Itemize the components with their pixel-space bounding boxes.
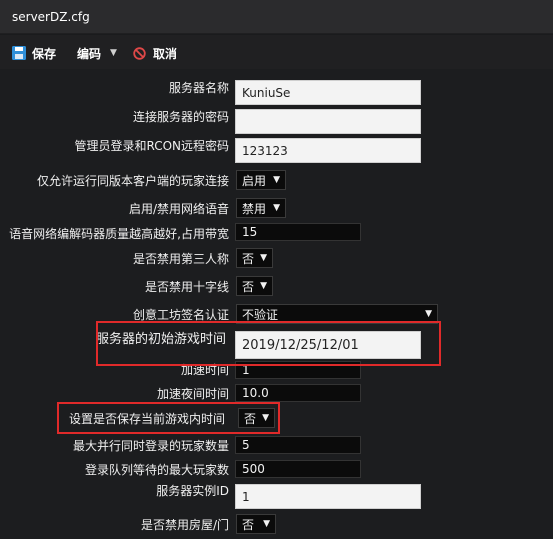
instance-id-input[interactable]: 1 (235, 484, 421, 509)
disable-base-select[interactable]: 否 ▼ (236, 514, 276, 534)
third-person-label: 是否禁用第三人称 (132, 252, 229, 266)
server-time-label: 服务器的初始游戏时间 (95, 332, 226, 347)
max-login-label: 最大并行同时登录的玩家数量 (72, 439, 229, 453)
instance-id-label: 服务器实例ID (156, 484, 229, 498)
triangle-down-icon: ▼ (273, 175, 280, 185)
crosshair-select[interactable]: 否 ▼ (236, 276, 273, 296)
disable-base-value: 否 (242, 517, 255, 532)
workshop-signature-select[interactable]: 不验证 ▼ (236, 304, 438, 324)
row-server-time: 服务器的初始游戏时间 2019/12/25/12/01 (0, 330, 553, 360)
voice-value: 禁用 (242, 201, 267, 216)
triangle-down-icon: ▼ (260, 253, 267, 263)
triangle-down-icon: ▼ (263, 519, 270, 529)
version-check-value: 启用 (242, 173, 267, 188)
server-name-input[interactable]: KuniuSe (235, 80, 421, 105)
voice-quality-label: 语音网络编解码器质量越高越好,占用带宽 (9, 227, 229, 241)
row-third-person: 是否禁用第三人称 否 ▼ (0, 248, 553, 270)
row-persist-time: 设置是否保存当前游戏内时间 否 ▼ (0, 408, 553, 430)
row-max-login: 最大并行同时登录的玩家数量 5 (0, 436, 553, 456)
encode-menu-button[interactable]: 编码 ▼ (77, 44, 117, 62)
persist-time-select[interactable]: 否 ▼ (238, 408, 275, 428)
admin-password-label: 管理员登录和RCON远程密码 (74, 139, 229, 153)
row-server-password: 连接服务器的密码 (0, 108, 553, 134)
time-acceleration-label: 加速时间 (180, 363, 229, 377)
server-time-input[interactable]: 2019/12/25/12/01 (235, 331, 421, 359)
workshop-signature-label: 创意工坊签名认证 (132, 308, 229, 322)
toolbar: 保存 编码 ▼ 取消 (0, 35, 553, 69)
encode-label: 编码 (77, 46, 102, 61)
row-workshop-signature: 创意工坊签名认证 不验证 ▼ (0, 304, 553, 326)
disable-base-label: 是否禁用房屋/门 (140, 518, 229, 532)
third-person-value: 否 (242, 251, 255, 266)
triangle-down-icon: ▼ (273, 203, 280, 213)
third-person-select[interactable]: 否 ▼ (236, 248, 273, 268)
max-queue-label: 登录队列等待的最大玩家数 (84, 463, 229, 477)
version-check-select[interactable]: 启用 ▼ (236, 170, 286, 190)
row-server-name: 服务器名称 KuniuSe (0, 79, 553, 105)
row-version-check: 仅允许运行同版本客户端的玩家连接 启用 ▼ (0, 170, 553, 192)
persist-time-label: 设置是否保存当前游戏内时间 (68, 412, 225, 426)
admin-password-input[interactable]: 123123 (235, 138, 421, 163)
row-night-acceleration: 加速夜间时间 10.0 (0, 384, 553, 404)
time-acceleration-input[interactable]: 1 (235, 361, 361, 379)
max-login-input[interactable]: 5 (235, 436, 361, 454)
server-name-label: 服务器名称 (168, 81, 229, 95)
persist-time-value: 否 (244, 411, 257, 426)
server-password-input[interactable] (235, 109, 421, 134)
floppy-disk-icon (12, 46, 26, 60)
crosshair-value: 否 (242, 279, 255, 294)
triangle-down-icon: ▼ (260, 281, 267, 291)
title-bar: serverDZ.cfg (0, 0, 553, 34)
no-entry-icon (133, 46, 146, 60)
save-button[interactable]: 保存 (12, 44, 56, 62)
server-password-label: 连接服务器的密码 (132, 110, 229, 124)
chevron-down-icon: ▼ (110, 48, 117, 58)
cancel-label: 取消 (153, 46, 178, 61)
night-acceleration-label: 加速夜间时间 (156, 387, 229, 401)
row-time-acceleration: 加速时间 1 (0, 361, 553, 379)
voice-label: 启用/禁用网络语音 (128, 202, 229, 216)
voice-select[interactable]: 禁用 ▼ (236, 198, 286, 218)
save-label: 保存 (32, 46, 57, 61)
triangle-down-icon: ▼ (425, 309, 432, 319)
row-voice-quality: 语音网络编解码器质量越高越好,占用带宽 15 (0, 223, 553, 243)
voice-quality-input[interactable]: 15 (235, 223, 361, 241)
crosshair-label: 是否禁用十字线 (144, 280, 229, 294)
max-queue-input[interactable]: 500 (235, 460, 361, 478)
workshop-signature-value: 不验证 (242, 307, 279, 322)
triangle-down-icon: ▼ (262, 413, 269, 423)
version-check-label: 仅允许运行同版本客户端的玩家连接 (36, 174, 229, 188)
row-max-queue: 登录队列等待的最大玩家数 500 (0, 460, 553, 480)
row-voice: 启用/禁用网络语音 禁用 ▼ (0, 198, 553, 220)
night-acceleration-input[interactable]: 10.0 (235, 384, 361, 402)
row-admin-password: 管理员登录和RCON远程密码 123123 (0, 137, 553, 163)
window-title: serverDZ.cfg (12, 10, 90, 24)
row-crosshair: 是否禁用十字线 否 ▼ (0, 276, 553, 298)
config-window: serverDZ.cfg 保存 编码 ▼ 取消 服务器名称 KuniuSe 连接… (0, 0, 553, 539)
row-disable-base: 是否禁用房屋/门 否 ▼ (0, 514, 553, 536)
row-instance-id: 服务器实例ID 1 (0, 481, 553, 509)
cancel-button[interactable]: 取消 (133, 44, 177, 62)
